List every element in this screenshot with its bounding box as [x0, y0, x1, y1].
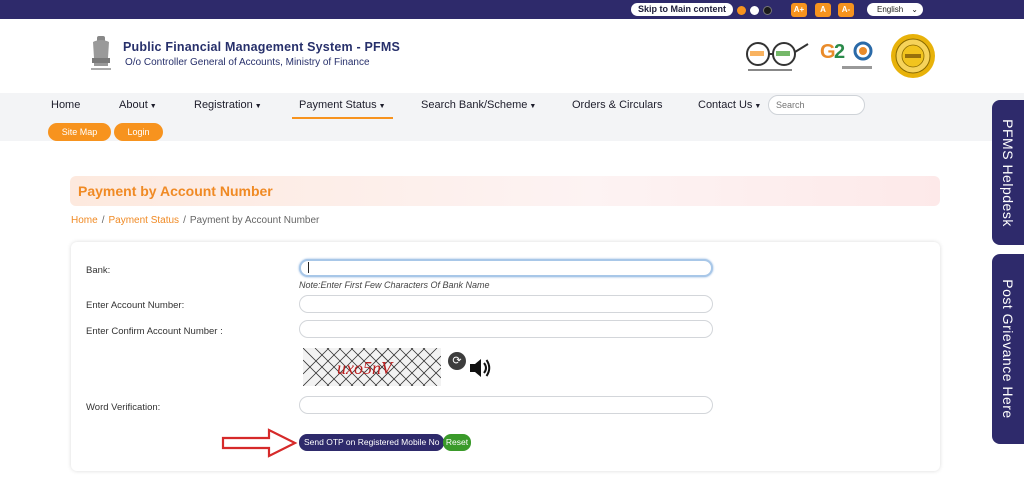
word-verification-label: Word Verification: [86, 402, 161, 413]
bank-input[interactable] [299, 259, 713, 277]
breadcrumb: Home / Payment Status / Payment by Account N… [71, 215, 320, 226]
refresh-captcha-icon[interactable]: ⟳ [448, 352, 466, 370]
org-subtitle: O/o Controller General of Accounts, Mini… [125, 57, 370, 68]
font-normal-button[interactable]: A [815, 3, 831, 17]
caret-down-icon: ▼ [529, 103, 537, 110]
grievance-tab[interactable]: Post Grievance Here [992, 254, 1024, 444]
breadcrumb-payment-status[interactable]: Payment Status [108, 215, 179, 226]
nav-contact-us[interactable]: Contact Us ▼ [698, 99, 761, 111]
theme-white-dot[interactable] [750, 6, 759, 15]
red-arrow-annotation-icon [221, 428, 298, 458]
nav-registration[interactable]: Registration ▼ [194, 99, 262, 111]
bank-note: Note:Enter First Few Characters Of Bank … [299, 280, 490, 290]
account-number-input[interactable] [299, 295, 713, 313]
word-verification-input[interactable] [299, 396, 713, 414]
text-cursor [308, 262, 309, 273]
page-title: Payment by Account Number [78, 183, 273, 199]
login-button[interactable]: Login [114, 123, 163, 141]
captcha-text: uxo5nV [337, 358, 394, 378]
search-input[interactable] [768, 95, 865, 115]
language-select[interactable]: English ⌄ [867, 3, 923, 16]
caret-down-icon: ▼ [378, 103, 386, 110]
bank-label: Bank: [86, 265, 111, 276]
skip-to-main-link[interactable]: Skip to Main content [631, 3, 734, 16]
caret-down-icon: ▼ [149, 103, 157, 110]
account-number-label: Enter Account Number: [86, 300, 185, 311]
audio-captcha-icon[interactable] [468, 357, 492, 379]
helpdesk-tab[interactable]: PFMS Helpdesk [992, 100, 1024, 245]
site-map-button[interactable]: Site Map [48, 123, 111, 141]
swachh-bharat-logo-icon [746, 42, 809, 71]
pfms-seal-icon [891, 34, 935, 78]
nav-payment-status[interactable]: Payment Status ▼ [292, 99, 393, 119]
font-decrease-button[interactable]: A- [838, 3, 854, 17]
confirm-account-input[interactable] [299, 320, 713, 338]
reset-button[interactable]: Reset [443, 434, 471, 451]
theme-dark-dot[interactable] [763, 6, 772, 15]
theme-orange-dot[interactable] [737, 6, 746, 15]
svg-text:2: 2 [834, 41, 845, 63]
page-heading-banner: Payment by Account Number [70, 176, 940, 206]
confirm-account-label: Enter Confirm Account Number : [86, 326, 223, 337]
caret-down-icon: ▼ [754, 103, 762, 110]
chevron-down-icon: ⌄ [911, 5, 918, 14]
g20-logo-icon: G 2 [820, 41, 873, 69]
caret-down-icon: ▼ [254, 103, 262, 110]
nav-search-bank-scheme[interactable]: Search Bank/Scheme ▼ [421, 99, 536, 111]
nav-home[interactable]: Home [51, 99, 80, 111]
breadcrumb-home[interactable]: Home [71, 215, 98, 226]
captcha-image: uxo5nV [303, 348, 441, 386]
org-title: Public Financial Management System - PFM… [123, 40, 401, 54]
font-increase-button[interactable]: A+ [791, 3, 807, 17]
national-emblem-icon [91, 36, 111, 70]
nav-about[interactable]: About ▼ [119, 99, 157, 111]
send-otp-button[interactable]: Send OTP on Registered Mobile No [299, 434, 445, 451]
breadcrumb-current: Payment by Account Number [189, 215, 320, 226]
language-value: English [877, 5, 904, 14]
nav-orders-circulars[interactable]: Orders & Circulars [572, 99, 662, 111]
